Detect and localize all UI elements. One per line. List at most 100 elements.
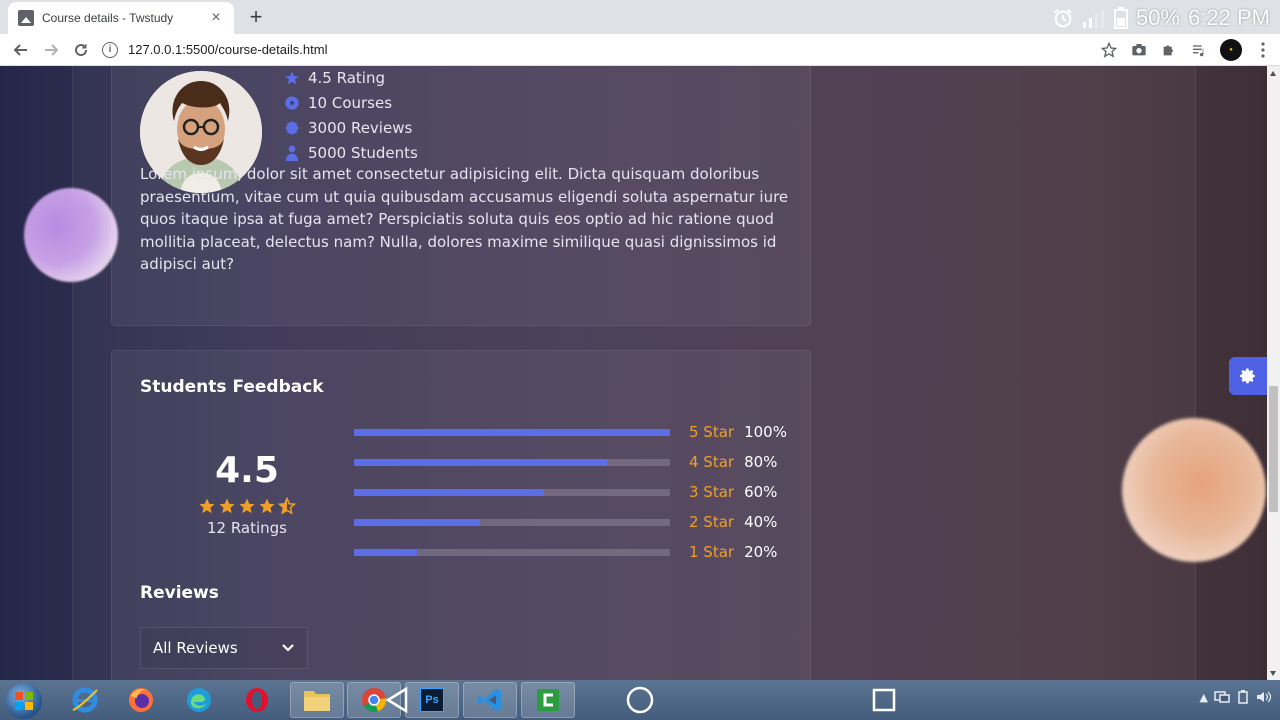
scroll-thumb[interactable] [1269,386,1278,512]
profile-avatar[interactable]: ● [1220,39,1242,61]
user-icon [284,145,300,161]
battery-icon [1114,7,1129,29]
forward-button[interactable] [36,35,66,65]
stat-label: 3000 Reviews [308,118,413,137]
students-feedback-card: Students Feedback 4.5 12 Ratings 5 Star … [111,350,811,680]
stat-label: 10 Courses [308,93,393,112]
camera-icon[interactable] [1130,41,1148,59]
feedback-title: Students Feedback [140,377,324,397]
back-button[interactable] [6,35,36,65]
rating-bar-fill [354,518,481,526]
star-filled-icon [239,498,255,514]
rating-row-5: 5 Star 100% [354,417,794,447]
browser-tab[interactable]: Course details - Twstudy × [8,2,234,34]
rating-row-2: 2 Star 40% [354,507,794,537]
star-rating [140,497,354,517]
tray-power-icon[interactable] [1236,690,1250,704]
vscode-icon[interactable] [463,682,517,718]
star-filled-icon [199,498,215,514]
play-circle-icon [284,95,300,111]
clock: 6:22 PM [1188,5,1270,30]
rating-percent: 20% [744,543,778,561]
android-back-icon[interactable] [380,684,414,716]
instructor-bio: Lorem ipsum, dolor sit amet consectetur … [140,165,789,274]
rating-label: 3 Star [689,483,735,501]
windows-start-icon[interactable] [6,683,42,719]
rating-bar-fill [354,428,670,436]
rating-percent: 100% [744,423,787,441]
android-recents-icon[interactable] [867,684,901,716]
reviews-title: Reviews [140,583,219,603]
stat-label: 5000 Students [308,143,418,162]
browser-tab-strip: Course details - Twstudy × + 50% 6:22 PM [0,0,1280,34]
more-menu-icon[interactable] [1254,41,1272,59]
rating-percent: 80% [744,453,778,471]
site-info-icon[interactable]: i [102,41,118,58]
page-viewport: 4.5 Rating 10 Courses 3000 Reviews 5000 … [0,66,1267,680]
rating-bar-fill [354,488,544,496]
internet-explorer-icon[interactable] [58,682,112,718]
rating-label: 5 Star [689,423,735,441]
rating-bar-track [354,548,670,556]
star-filled-icon [219,498,235,514]
os-taskbar: Ps ▲ [0,680,1280,720]
average-score: 4.5 [215,450,279,491]
bookmark-star-icon[interactable] [1100,41,1118,59]
chevron-down-icon [282,644,294,652]
camtasia-icon[interactable] [521,682,575,718]
media-queue-icon[interactable] [1190,41,1208,59]
tray-expand-icon[interactable]: ▲ [1200,691,1208,704]
toolbar-actions: ● [1100,36,1272,64]
tab-title: Course details - Twstudy [42,11,174,25]
rating-label: 4 Star [689,453,735,471]
decorative-purple-orb [24,188,118,282]
star-icon [284,70,300,86]
tray-volume-icon[interactable] [1256,690,1272,704]
star-filled-icon [259,498,275,514]
tab-close-button[interactable]: × [208,9,224,27]
star-half-icon [278,497,296,515]
battery-percentage: 50% [1136,5,1181,30]
extensions-puzzle-icon[interactable] [1160,41,1178,59]
instructor-stats: 4.5 Rating 10 Courses 3000 Reviews 5000 … [284,66,418,165]
file-explorer-icon[interactable] [290,682,344,718]
rating-bar-track [354,518,670,526]
rating-row-4: 4 Star 80% [354,447,794,477]
page-scrollbar[interactable] [1267,66,1280,680]
reload-icon [75,43,88,56]
stat-students: 5000 Students [284,140,418,165]
stat-rating: 4.5 Rating [284,66,418,90]
photoshop-label: Ps [420,688,444,712]
decorative-peach-orb [1122,418,1266,562]
system-tray: ▲ [1200,690,1272,704]
stat-label: 4.5 Rating [308,68,385,87]
image-favicon-icon [18,10,34,26]
rating-row-1: 1 Star 20% [354,537,794,567]
reviews-filter-value: All Reviews [153,639,238,657]
opera-icon[interactable] [230,682,284,718]
gear-icon [1240,368,1255,384]
badge-icon [284,120,300,136]
rating-bar-track [354,488,670,496]
reviews-filter-select[interactable]: All Reviews [140,627,308,669]
arrow-left-icon [13,43,27,56]
url-text[interactable]: 127.0.0.1:5500/course-details.html [128,42,327,57]
signal-icon [1083,10,1105,28]
rating-percent: 60% [744,483,778,501]
ratings-count: 12 Ratings [206,519,288,537]
edge-icon[interactable] [172,682,226,718]
settings-button[interactable] [1229,357,1267,395]
average-rating: 4.5 12 Ratings [140,451,354,537]
android-home-icon[interactable] [623,684,657,716]
rating-label: 2 Star [689,513,735,531]
address-bar[interactable]: i 127.0.0.1:5500/course-details.html [102,36,1112,64]
reload-button[interactable] [66,35,96,65]
scroll-down-arrow-icon[interactable] [1270,671,1276,676]
arrow-right-icon [45,43,59,56]
scroll-up-arrow-icon[interactable] [1270,71,1276,76]
device-status-bar: 50% 6:22 PM [1052,2,1270,34]
firefox-icon[interactable] [114,682,168,718]
new-tab-button[interactable]: + [244,4,268,30]
tray-network-icon[interactable] [1214,690,1230,704]
alarm-icon [1054,9,1072,28]
